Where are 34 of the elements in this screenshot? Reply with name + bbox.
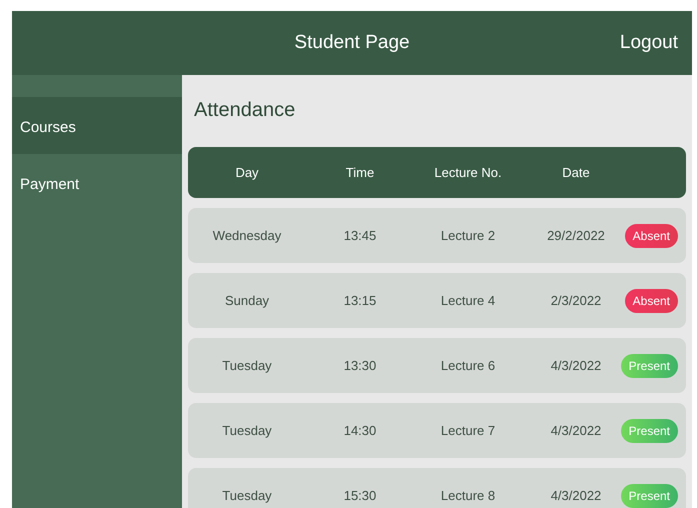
sidebar-item[interactable]: Courses: [12, 97, 182, 154]
column-header: Lecture No.: [433, 165, 503, 180]
table-cell-text: 14:30: [342, 423, 378, 438]
status-badge: Present: [620, 484, 678, 508]
table-cell-text: 4/3/2022: [550, 358, 602, 373]
table-cell-text: 29/2/2022: [546, 228, 606, 243]
sidebar-item[interactable]: Payment: [12, 154, 182, 211]
table-cell-text: Wednesday: [212, 228, 282, 243]
table-cell-text: Lecture 6: [440, 358, 496, 373]
table-cell-text: 15:30: [342, 488, 378, 503]
status-badge: Present: [620, 354, 678, 378]
table-cell-text: 4/3/2022: [550, 423, 602, 438]
status-badge: Absent: [624, 288, 678, 312]
table-cell-text: Lecture 2: [440, 228, 496, 243]
table-cell-text: 13:30: [342, 358, 378, 373]
table-cell-text: Lecture 7: [440, 423, 496, 438]
table-cell-text: Tuesday: [221, 423, 273, 438]
table-cell-text: Tuesday: [221, 488, 273, 503]
status-badge: Present: [620, 418, 678, 442]
table-cell-text: Sunday: [224, 293, 270, 308]
table-cell-text: 13:15: [342, 293, 378, 308]
column-header: Time: [344, 165, 376, 180]
table-cell-text: 4/3/2022: [550, 488, 602, 503]
table-cell-text: 2/3/2022: [550, 293, 602, 308]
column-header: Day: [234, 165, 260, 180]
status-badge: Absent: [624, 224, 678, 248]
column-header: Date: [561, 165, 591, 180]
table-cell-text: 13:45: [342, 228, 378, 243]
page-title: Student Page: [294, 32, 410, 54]
section-title: Attendance: [193, 98, 296, 123]
table-cell-text: Lecture 4: [440, 293, 496, 308]
logout-link[interactable]: Logout: [620, 32, 678, 54]
table-cell-text: Lecture 8: [440, 488, 496, 503]
table-cell-text: Tuesday: [221, 358, 273, 373]
